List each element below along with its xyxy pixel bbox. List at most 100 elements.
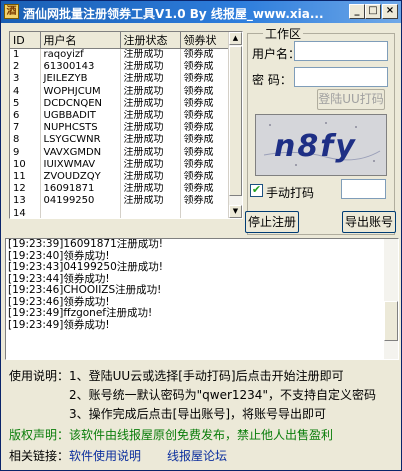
log-scrollbar[interactable] [384,239,398,359]
cell-coupon-status: 领券成 [180,171,229,184]
table-row[interactable]: 9 VAVXGMDN 注册成功 领券成 [10,146,229,159]
cell-coupon-status: 领券成 [180,134,229,147]
cell-id: 2 [10,61,41,74]
table-row[interactable]: 10 IUIXWMAV 注册成功 领券成 [10,158,229,172]
cell-reg-status: 注册成功 [120,183,181,196]
scroll-up-arrow-icon[interactable]: ▲ [229,32,242,45]
cell-username: raqoyizf [40,48,121,62]
table-row[interactable]: 2 61300143 注册成功 领券成 [10,61,229,74]
table-row[interactable]: 1 raqoyizf 注册成功 领券成 [10,48,229,62]
captcha-image: n8fy [255,114,387,176]
cell-id: 5 [10,97,41,111]
cell-id: 14 [10,207,41,218]
cell-reg-status: 注册成功 [120,195,181,208]
log-scroll-thumb[interactable] [384,301,398,341]
table-row[interactable]: 3 JEILEZYB 注册成功 领券成 [10,73,229,86]
copyright-label: 版权声明： [9,428,70,442]
cell-coupon-status: 领券成 [180,61,229,74]
cell-reg-status: 注册成功 [120,122,181,135]
table-row[interactable]: 14 [10,207,229,218]
cell-id: 6 [10,110,41,123]
log-content: [19:23:39]16091871注册成功! [19:23:40]领券成功! [1… [6,239,398,331]
password-input[interactable] [294,67,388,87]
cell-coupon-status [180,207,229,218]
instruction-line-2: 2、账号统一默认密码为"qwer1234"，不支持自定义密码 [69,388,376,402]
instruction-line-1: 1、登陆UU云或选择[手动打码]后点击开始注册即可 [69,369,344,383]
cell-username: JEILEZYB [40,73,121,86]
cell-id: 3 [10,73,41,86]
instruction-line-3: 3、操作完成后点击[导出账号]，将账号导出即可 [69,407,326,421]
log-textarea[interactable]: [19:23:39]16091871注册成功! [19:23:40]领券成功! [1… [5,238,399,360]
cell-id: 10 [10,158,41,172]
login-uu-button[interactable]: 登陆UU打码 [317,89,385,110]
app-icon: 酒 [4,4,19,19]
cell-id: 11 [10,171,41,184]
cell-id: 8 [10,134,41,147]
table-row[interactable]: 8 LSYGCWNR 注册成功 领券成 [10,134,229,147]
captcha-text: n8fy [274,129,357,164]
cell-username: DCDCNQEN [40,97,121,111]
cell-username: 61300143 [40,61,121,74]
cell-username: ZVOUDZQY [40,171,121,184]
column-header-coupon-status[interactable]: 领券状 [180,32,229,49]
account-grid[interactable]: ID 用户名 注册状态 领券状 1 raqoyizf 注册成功 领券成 2 6130014… [9,31,243,219]
manual-captcha-input[interactable] [341,179,386,199]
log-line: [19:23:43]04199250注册成功! [8,261,164,273]
table-row[interactable]: 12 16091871 注册成功 领券成 [10,183,229,196]
column-header-reg-status[interactable]: 注册状态 [120,32,181,49]
grid-header-row: ID 用户名 注册状态 领券状 [10,32,229,49]
column-header-id[interactable]: ID [10,32,41,49]
cell-coupon-status: 领券成 [180,97,229,111]
column-header-username[interactable]: 用户名 [40,32,121,49]
maximize-button[interactable]: □ [365,4,381,19]
table-row[interactable]: 6 UGBBADIT 注册成功 领券成 [10,110,229,123]
cell-reg-status: 注册成功 [120,85,181,98]
cell-coupon-status: 领券成 [180,195,229,208]
cell-id: 4 [10,85,41,98]
close-button[interactable]: × [382,4,398,19]
cell-reg-status: 注册成功 [120,134,181,147]
cell-username: VAVXGMDN [40,146,121,159]
log-line: [19:23:49]ffzgonef注册成功! [8,307,153,319]
cell-id: 13 [10,195,41,208]
cell-id: 1 [10,48,41,62]
cell-reg-status: 注册成功 [120,61,181,74]
cell-username: UGBBADIT [40,110,121,123]
forum-link[interactable]: 线报屋论坛 [167,447,227,464]
cell-coupon-status: 领券成 [180,110,229,123]
scroll-down-arrow-icon[interactable]: ▼ [229,205,242,218]
cell-reg-status: 注册成功 [120,171,181,184]
usage-guide-link[interactable]: 软件使用说明 [69,447,141,464]
work-area-legend: 工作区 [263,25,304,42]
cell-reg-status: 注册成功 [120,73,181,86]
cell-id: 9 [10,146,41,159]
cell-username: NUPHCSTS [40,122,121,135]
table-row[interactable]: 5 DCDCNQEN 注册成功 领券成 [10,97,229,111]
cell-coupon-status: 领券成 [180,146,229,159]
log-line: [19:23:46]CHOOIIZS注册成功! [8,284,162,296]
table-row[interactable]: 11 ZVOUDZQY 注册成功 领券成 [10,171,229,184]
minimize-button[interactable]: _ [349,4,365,19]
cell-coupon-status: 领券成 [180,158,229,172]
grid-scrollbar[interactable]: ▲ ▼ [228,32,242,218]
cell-reg-status: 注册成功 [120,97,181,111]
window-title: 酒仙网批量注册领券工具V1.0 By 线报屋_www.xia... [23,7,324,21]
cell-username [40,207,121,218]
table-row[interactable]: 7 NUPHCSTS 注册成功 领券成 [10,122,229,135]
table-row[interactable]: 4 WOPHJCUM 注册成功 领券成 [10,85,229,98]
grid-scroll-thumb[interactable] [229,46,242,196]
username-input[interactable] [294,41,388,61]
cell-coupon-status: 领券成 [180,48,229,62]
log-line: [19:23:49]领券成功! [8,318,110,331]
table-row[interactable]: 13 04199250 注册成功 领券成 [10,195,229,208]
stop-register-button[interactable]: 停止注册 [245,211,299,233]
manual-captcha-checkbox[interactable]: ✔ [250,184,263,197]
links-label: 相关链接： [9,449,70,463]
export-accounts-button[interactable]: 导出账号 [342,211,396,233]
captcha-graphic: n8fy [256,115,386,175]
title-bar[interactable]: 酒 酒仙网批量注册领券工具V1.0 By 线报屋_www.xia... _ □ … [1,1,401,23]
cell-username: IUIXWMAV [40,158,121,172]
cell-reg-status: 注册成功 [120,48,181,62]
cell-coupon-status: 领券成 [180,85,229,98]
cell-id: 7 [10,122,41,135]
